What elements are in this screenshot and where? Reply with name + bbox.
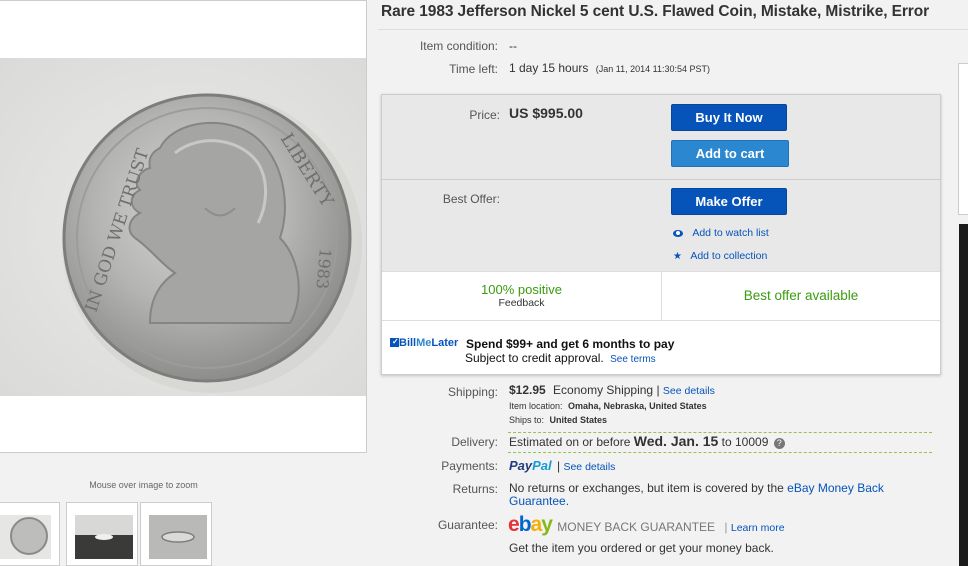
feedback-label: Feedback	[498, 297, 545, 309]
delivery-suffix: to 10009	[721, 435, 769, 449]
bill-me-later-promo[interactable]: ✓ BillMeLater Spend $99+ and get 6 month…	[382, 320, 940, 374]
ships-to-label: Ships to:	[509, 415, 545, 425]
bml-subtext: Subject to credit approval.	[465, 351, 604, 365]
best-offer-available: Best offer available	[743, 288, 859, 303]
ships-to: Ships to: United States	[509, 415, 607, 425]
thumbnail-3[interactable]	[140, 502, 212, 566]
delivery-bottom-divider	[508, 452, 932, 453]
listing-title: Rare 1983 Jefferson Nickel 5 cent U.S. F…	[381, 3, 930, 20]
add-to-cart-button[interactable]: Add to cart	[671, 140, 789, 167]
add-to-collection-link[interactable]: ★ Add to collection	[673, 248, 767, 262]
main-image-panel: IN GOD WE TRUST LIBERTY 1983	[0, 0, 367, 453]
item-location: Item location: Omaha, Nebraska, United S…	[509, 401, 707, 411]
best-offer-label: Best Offer:	[442, 192, 500, 206]
returns-policy: No returns or exchanges, but item is cov…	[509, 482, 909, 508]
guarantee-line: ebay MONEY BACK GUARANTEE | Learn more	[508, 513, 785, 537]
feedback-block[interactable]: 100% positive Feedback	[382, 282, 661, 309]
ships-to-value: United States	[549, 415, 608, 425]
add-to-watch-list-link[interactable]: Add to watch list	[673, 225, 769, 239]
coin-photo[interactable]: IN GOD WE TRUST LIBERTY 1983	[0, 58, 366, 396]
bml-logo-bill: Bill	[399, 337, 417, 349]
price-label: Price:	[469, 108, 500, 122]
thumbnail-1-image	[0, 503, 59, 565]
paypal-logo-pay: Pay	[509, 458, 533, 473]
item-location-label: Item location:	[509, 401, 563, 411]
paypal-logo-pal: Pal	[532, 458, 552, 473]
time-left-label: Time left:	[449, 62, 498, 76]
guarantee-tagline: Get the item you ordered or get your mon…	[509, 541, 774, 555]
guarantee-program-name: MONEY BACK GUARANTEE	[557, 520, 716, 534]
add-to-collection-label: Add to collection	[690, 250, 768, 262]
payments-see-details-link[interactable]: See details	[563, 461, 615, 473]
shipping-label: Shipping:	[447, 385, 498, 399]
ebay-logo: ebay	[508, 513, 553, 536]
make-offer-button[interactable]: Make Offer	[671, 188, 787, 215]
side-ad-edge	[959, 224, 968, 566]
thumbnail-1[interactable]	[0, 502, 60, 566]
shipping-cost: $12.95	[509, 383, 546, 397]
checkbox-icon: ✓	[390, 337, 399, 347]
add-to-watch-list-label: Add to watch list	[692, 227, 769, 239]
shipping-method: Economy Shipping |	[553, 383, 660, 397]
thumbnail-3-image	[149, 515, 207, 559]
delivery-prefix: Estimated on or before	[509, 435, 631, 449]
returns-text: No returns or exchanges, but item is cov…	[509, 481, 784, 495]
bill-me-later-logo: ✓ BillMeLater	[390, 337, 458, 349]
payments-line: PayPal | See details	[509, 458, 615, 473]
zoom-hint: Mouse over image to zoom	[89, 480, 198, 490]
price-value: US $995.00	[509, 105, 583, 121]
thumbnail-2[interactable]	[66, 502, 138, 566]
paypal-logo: PayPal	[509, 458, 552, 473]
ebay-logo-b: b	[518, 513, 532, 536]
time-left-end: (Jan 11, 2014 11:30:54 PST)	[595, 64, 710, 74]
eye-icon	[673, 230, 683, 237]
thumbnail-2-image	[75, 515, 133, 559]
bml-headline: Spend $99+ and get 6 months to pay	[466, 337, 675, 351]
shipping-line: $12.95 Economy Shipping | See details	[509, 383, 715, 397]
delivery-estimate: Estimated on or before Wed. Jan. 15 to 1…	[509, 433, 785, 449]
seller-summary: 100% positive Feedback Best offer availa…	[382, 271, 940, 321]
help-icon[interactable]: ?	[773, 438, 785, 449]
payments-label: Payments:	[441, 459, 498, 473]
ebay-logo-e: e	[508, 513, 520, 536]
ebay-logo-y: y	[541, 513, 553, 536]
item-condition-value: --	[509, 39, 517, 53]
item-location-value: Omaha, Nebraska, United States	[568, 401, 707, 411]
payments-separator: |	[557, 459, 561, 473]
feedback-percent: 100% positive	[481, 282, 562, 297]
time-left: 1 day 15 hours (Jan 11, 2014 11:30:54 PS…	[509, 61, 710, 75]
bml-logo-later: Later	[431, 337, 459, 349]
star-icon: ★	[673, 251, 682, 262]
coin-year: 1983	[312, 248, 334, 290]
bml-subtext-row: Subject to credit approval. See terms	[465, 351, 656, 365]
item-condition-label: Item condition:	[419, 39, 498, 53]
guarantee-separator: |	[724, 520, 728, 534]
buy-it-now-button[interactable]: Buy It Now	[671, 104, 787, 131]
guarantee-label: Guarantee:	[437, 518, 498, 532]
delivery-date: Wed. Jan. 15	[633, 433, 719, 449]
guarantee-learn-more-link[interactable]: Learn more	[731, 522, 785, 534]
bml-see-terms-link[interactable]: See terms	[610, 354, 656, 365]
ebay-logo-a: a	[530, 513, 543, 536]
side-panel-edge	[958, 63, 968, 215]
buy-box-divider	[382, 179, 940, 180]
delivery-label: Delivery:	[451, 435, 498, 449]
shipping-see-details-link[interactable]: See details	[663, 385, 715, 397]
buy-box: Price: US $995.00 Buy It Now Add to cart…	[381, 94, 941, 375]
coin-image: IN GOD WE TRUST LIBERTY 1983	[0, 58, 366, 396]
bml-logo-me: Me	[416, 337, 432, 349]
title-divider	[378, 29, 968, 30]
time-left-value: 1 day 15 hours	[509, 61, 589, 75]
returns-label: Returns:	[452, 482, 498, 496]
